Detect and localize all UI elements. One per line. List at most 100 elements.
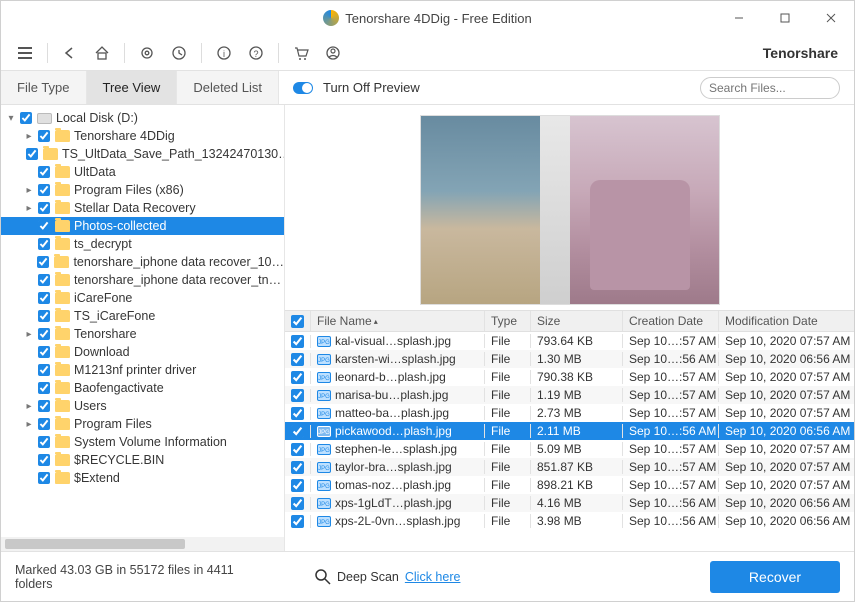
row-checkbox[interactable]: [291, 353, 304, 366]
row-checkbox[interactable]: [291, 371, 304, 384]
row-checkbox[interactable]: [291, 389, 304, 402]
tree-checkbox[interactable]: [38, 382, 50, 394]
info-button[interactable]: i: [210, 39, 238, 67]
table-row[interactable]: JPGkal-visual…splash.jpgFile793.64 KBSep…: [285, 332, 854, 350]
table-row[interactable]: JPGpickawood…plash.jpgFile2.11 MBSep 10……: [285, 422, 854, 440]
header-checkbox[interactable]: [285, 311, 311, 331]
row-checkbox[interactable]: [291, 497, 304, 510]
tree-row[interactable]: $RECYCLE.BIN: [1, 451, 284, 469]
help-button[interactable]: ?: [242, 39, 270, 67]
tree-checkbox[interactable]: [38, 166, 50, 178]
tree-checkbox[interactable]: [38, 436, 50, 448]
preview-toggle[interactable]: [293, 82, 313, 94]
tree-row[interactable]: tenorshare_iphone data recover_10…: [1, 253, 284, 271]
row-checkbox[interactable]: [291, 425, 304, 438]
row-checkbox[interactable]: [291, 335, 304, 348]
table-row[interactable]: JPGleonard-b…plash.jpgFile790.38 KBSep 1…: [285, 368, 854, 386]
home-button[interactable]: [88, 39, 116, 67]
tree-row[interactable]: ▸Program Files (x86): [1, 181, 284, 199]
tree-checkbox[interactable]: [38, 184, 50, 196]
table-row[interactable]: JPGtomas-noz…plash.jpgFile898.21 KBSep 1…: [285, 476, 854, 494]
recover-button[interactable]: Recover: [710, 561, 840, 593]
tree-checkbox[interactable]: [37, 256, 49, 268]
tree-checkbox[interactable]: [38, 346, 50, 358]
tree-checkbox[interactable]: [38, 310, 50, 322]
tree-row[interactable]: $Extend: [1, 469, 284, 487]
expand-icon[interactable]: ▸: [23, 131, 35, 142]
expand-icon[interactable]: ▸: [23, 329, 35, 340]
tree-checkbox[interactable]: [38, 220, 50, 232]
header-file-name[interactable]: File Name▴: [311, 311, 485, 331]
tree-checkbox[interactable]: [38, 418, 50, 430]
tree-checkbox[interactable]: [26, 148, 38, 160]
tree-row[interactable]: TS_UltData_Save_Path_13242470130…: [1, 145, 284, 163]
tab-deleted-list[interactable]: Deleted List: [177, 71, 279, 104]
tree-checkbox[interactable]: [38, 274, 50, 286]
maximize-button[interactable]: [762, 1, 808, 35]
expand-icon[interactable]: ▸: [23, 203, 35, 214]
tree-row[interactable]: ▾Local Disk (D:): [1, 109, 284, 127]
tree-row[interactable]: tenorshare_iphone data recover_tn…: [1, 271, 284, 289]
table-row[interactable]: JPGtaylor-bra…splash.jpgFile851.87 KBSep…: [285, 458, 854, 476]
row-checkbox[interactable]: [291, 479, 304, 492]
expand-icon[interactable]: ▸: [23, 419, 35, 430]
tree-row[interactable]: ts_decrypt: [1, 235, 284, 253]
back-button[interactable]: [56, 39, 84, 67]
tree-checkbox[interactable]: [38, 364, 50, 376]
tree-row[interactable]: TS_iCareFone: [1, 307, 284, 325]
tree-checkbox[interactable]: [38, 130, 50, 142]
deep-scan-link[interactable]: Click here: [405, 570, 461, 584]
table-row[interactable]: JPGxps-2L-0vn…splash.jpgFile3.98 MBSep 1…: [285, 512, 854, 530]
tree-h-scrollbar[interactable]: [1, 537, 284, 551]
settings-button[interactable]: [133, 39, 161, 67]
tree-label: tenorshare_iphone data recover_tn…: [74, 273, 281, 287]
row-checkbox[interactable]: [291, 407, 304, 420]
header-type[interactable]: Type: [485, 311, 531, 331]
search-box[interactable]: [700, 77, 840, 99]
expand-icon[interactable]: ▸: [23, 401, 35, 412]
header-size[interactable]: Size: [531, 311, 623, 331]
expand-icon[interactable]: ▸: [23, 185, 35, 196]
search-input[interactable]: [709, 81, 855, 95]
tree-row[interactable]: iCareFone: [1, 289, 284, 307]
row-checkbox[interactable]: [291, 515, 304, 528]
tree-checkbox[interactable]: [38, 454, 50, 466]
tab-file-type[interactable]: File Type: [1, 71, 87, 104]
tree-row[interactable]: M1213nf printer driver: [1, 361, 284, 379]
tree-row[interactable]: Photos-collected: [1, 217, 284, 235]
tree-row[interactable]: Download: [1, 343, 284, 361]
cell-creation-date: Sep 10…:56 AM: [623, 352, 719, 366]
tree-checkbox[interactable]: [38, 400, 50, 412]
table-row[interactable]: JPGstephen-le…splash.jpgFile5.09 MBSep 1…: [285, 440, 854, 458]
minimize-button[interactable]: [716, 1, 762, 35]
expand-icon[interactable]: ▾: [5, 113, 17, 124]
tree-checkbox[interactable]: [38, 202, 50, 214]
tree-row[interactable]: ▸Program Files: [1, 415, 284, 433]
tree-checkbox[interactable]: [38, 292, 50, 304]
tree-row[interactable]: Baofengactivate: [1, 379, 284, 397]
tree-row[interactable]: ▸Tenorshare: [1, 325, 284, 343]
header-modification-date[interactable]: Modification Date: [719, 311, 854, 331]
header-creation-date[interactable]: Creation Date: [623, 311, 719, 331]
tab-tree-view[interactable]: Tree View: [87, 71, 178, 104]
tree-row[interactable]: UltData: [1, 163, 284, 181]
history-button[interactable]: [165, 39, 193, 67]
row-checkbox[interactable]: [291, 461, 304, 474]
account-button[interactable]: [319, 39, 347, 67]
table-row[interactable]: JPGkarsten-wi…splash.jpgFile1.30 MBSep 1…: [285, 350, 854, 368]
menu-button[interactable]: [11, 39, 39, 67]
tree-checkbox[interactable]: [20, 112, 32, 124]
tree-row[interactable]: ▸Tenorshare 4DDig: [1, 127, 284, 145]
tree-checkbox[interactable]: [38, 328, 50, 340]
tree-row[interactable]: ▸Users: [1, 397, 284, 415]
tree-checkbox[interactable]: [38, 472, 50, 484]
tree-row[interactable]: ▸Stellar Data Recovery: [1, 199, 284, 217]
tree-row[interactable]: System Volume Information: [1, 433, 284, 451]
row-checkbox[interactable]: [291, 443, 304, 456]
table-row[interactable]: JPGxps-1gLdT…plash.jpgFile4.16 MBSep 10……: [285, 494, 854, 512]
tree-checkbox[interactable]: [38, 238, 50, 250]
table-row[interactable]: JPGmatteo-ba…plash.jpgFile2.73 MBSep 10……: [285, 404, 854, 422]
cart-button[interactable]: [287, 39, 315, 67]
table-row[interactable]: JPGmarisa-bu…plash.jpgFile1.19 MBSep 10……: [285, 386, 854, 404]
close-button[interactable]: [808, 1, 854, 35]
